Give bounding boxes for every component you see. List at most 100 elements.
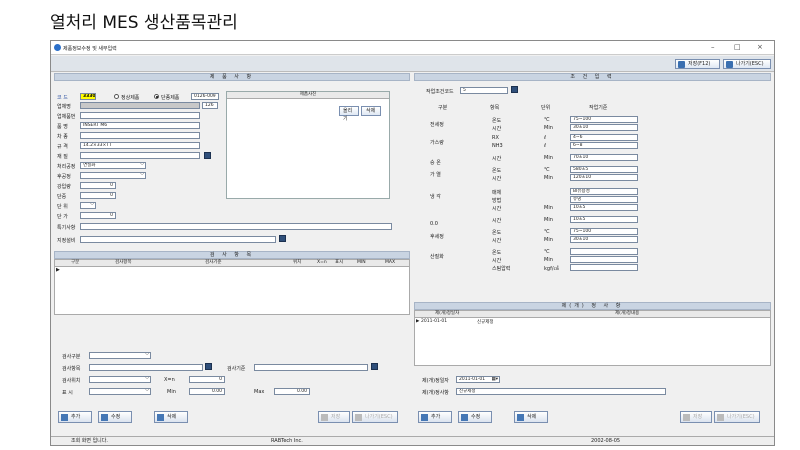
radio-discontinued[interactable] [154,94,159,99]
delete-photo-button[interactable]: 삭제 [361,106,381,116]
condition-value-input[interactable]: BI유용성 [570,188,638,195]
revision-header: 제(개) 정 사 항 [414,302,771,310]
minimize-button[interactable]: – [711,43,715,51]
company-input[interactable] [80,102,200,109]
product-input[interactable]: INSERT M6 [80,122,200,129]
revision-row[interactable]: ▶ 2011-01-01 신규제정 [415,319,770,326]
photo-box: 제품사진 올리기 삭제 [226,91,390,199]
condition-group-label: 산질화 [430,254,444,260]
right-delete-button[interactable]: 삭제 [514,411,548,423]
min-input[interactable]: 0.00 [189,388,225,395]
condition-value-input[interactable] [570,248,638,255]
display-select[interactable] [89,388,151,395]
calendar-icon[interactable]: ▦▾ [491,377,498,382]
left-save-button[interactable]: 저장 [318,411,350,423]
condition-value-input[interactable] [570,256,638,263]
equipment-input[interactable] [80,236,276,243]
equipment-search-icon[interactable] [279,235,286,242]
company-pn-input[interactable] [80,112,200,119]
rev-date-input[interactable]: 2011-01-01 ▦▾ [456,376,500,383]
condition-item-label: 온도 [492,230,502,236]
code-input[interactable]: 3330 [80,93,96,100]
condition-value-input[interactable]: 30±10 [570,236,638,243]
condition-value-input[interactable]: 10±5 [570,204,638,211]
condition-item-label: 매체 [492,190,502,196]
inspection-criteria-input[interactable] [254,364,368,371]
condition-value-input[interactable]: 120±10 [570,174,638,181]
company-num-field[interactable]: 126 [202,102,218,109]
product-info-header: 제 품 사 항 [54,73,410,81]
condition-code-search-icon[interactable] [511,86,518,93]
condition-value-input[interactable]: 75~100 [570,116,638,123]
save-icon [683,414,690,421]
condition-item-label: 스팀압력 [492,266,511,272]
inspection-item-search-icon[interactable] [205,363,212,370]
right-add-button[interactable]: 추가 [418,411,452,423]
inspection-grid[interactable]: 구분 검사항목 검사기준 위치 X=n 표시 MIN MAX ▶ [54,259,410,315]
condition-value-input[interactable] [570,264,638,271]
material-search-icon[interactable] [204,152,211,159]
post-process-select[interactable] [80,172,146,179]
exit-icon [355,414,362,421]
inspection-position-select[interactable] [89,376,151,383]
exit-esc-button[interactable]: 나가기(ESC) [723,59,771,69]
revision-grid[interactable]: 제(개)정일자 제(개)정내용 ▶ 2011-01-01 신규제정 [414,310,771,366]
condition-value-input[interactable]: 유냉 [570,196,638,203]
max-input[interactable]: 0.00 [274,388,310,395]
condition-value-input[interactable]: 75~100 [570,228,638,235]
inspection-item-label: 검사항목 [62,366,81,372]
rev-content-input[interactable]: 신규제정 [456,388,666,395]
vehicle-input[interactable] [80,132,200,139]
condition-unit-label: Min [544,175,553,181]
left-exit-button[interactable]: 나가기(ESC) [352,411,398,423]
right-delete-label: 삭제 [527,414,537,420]
special-notes-input[interactable] [80,223,392,230]
price-input[interactable]: 0 [80,212,116,219]
left-add-button[interactable]: 추가 [58,411,92,423]
condition-header: 조 건 입 력 [414,73,771,81]
inspection-criteria-search-icon[interactable] [371,363,378,370]
inspection-type-select[interactable] [89,352,151,359]
right-save-label: 저장 [693,414,703,420]
code-extra-field[interactable]: 0126-009 [191,93,219,100]
condition-group-label: 가스량 [430,140,444,146]
post-process-label: 후공정 [57,174,71,180]
condition-item-label: 시간 [492,218,502,224]
condition-value-input[interactable]: 580±5 [570,166,638,173]
condition-value-input[interactable]: 6~8 [570,142,638,149]
product-label: 품 명 [57,124,68,130]
left-edit-button[interactable]: 수정 [98,411,132,423]
material-input[interactable] [80,152,200,159]
condition-unit-label: ℃ [544,117,550,123]
save-f12-button[interactable]: 저장(F12) [675,59,720,69]
col-std-label: 작업기준 [589,105,608,111]
process-label: 처리공정 [57,164,76,170]
xn-input[interactable]: 0 [189,376,225,383]
condition-item-label: 시간 [492,206,502,212]
condition-value-input[interactable]: 4~6 [570,134,638,141]
process-select[interactable]: 연질화 [80,162,146,169]
photo-header: 제품사진 [227,92,389,99]
delete-icon [517,414,524,421]
condition-unit-label: Min [544,217,553,223]
exit-label: 나가기(ESC) [736,61,764,67]
spec-input[interactable]: 14.2×33×TT [80,142,200,149]
strength-input[interactable]: 0 [80,182,116,189]
status-bar: 조회 화면 입니다. RABTech Inc. 2002-08-05 [51,436,774,445]
condition-value-input[interactable]: 70±10 [570,154,638,161]
close-button[interactable]: × [757,43,763,51]
unit-weight-input[interactable]: 0 [80,192,116,199]
radio-normal[interactable] [114,94,119,99]
maximize-button[interactable]: □ [734,43,741,51]
inspection-item-input[interactable] [89,364,203,371]
left-delete-button[interactable]: 삭제 [154,411,188,423]
right-save-button[interactable]: 저장 [680,411,712,423]
condition-code-input[interactable]: 5 [460,87,508,94]
condition-value-input[interactable]: 10±5 [570,216,638,223]
upload-photo-button[interactable]: 올리기 [339,106,359,122]
unit-weight-label: 단중 [57,194,67,200]
right-edit-button[interactable]: 수정 [458,411,492,423]
unit-select[interactable] [80,202,96,209]
right-exit-button[interactable]: 나가기(ESC) [714,411,760,423]
condition-value-input[interactable]: 30±10 [570,124,638,131]
